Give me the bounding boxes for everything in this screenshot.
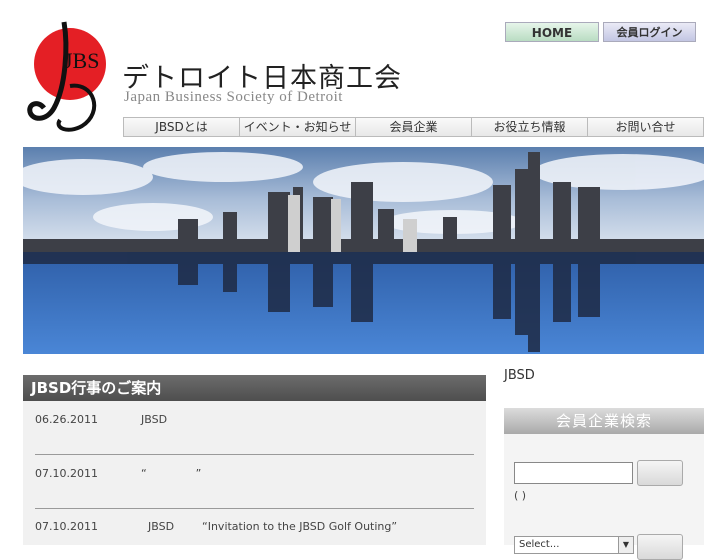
event-divider [35,454,474,455]
site-subtitle: Japan Business Society of Detroit [124,89,343,105]
nav-item-about[interactable]: JBSDとは [124,118,240,136]
category-select[interactable]: Select... ▼ [514,536,634,554]
member-search-title: 会員企業検索 [504,408,704,434]
event-title[interactable]: JBSD “Invitation to the JBSD Golf Outing… [141,520,397,533]
event-row[interactable]: 06.26.2011 JBSD [23,413,486,433]
event-divider [35,508,474,509]
sidebar-label: JBSD [504,368,535,383]
event-row[interactable]: 07.10.2011 JBSD “Invitation to the JBSD … [23,520,486,540]
event-date: 07.10.2011 [35,520,98,533]
events-title: JBSD行事のご案内 [23,375,486,401]
main-nav: JBSDとは イベント・お知らせ 会員企業 お役立ち情報 お問い合せ [123,117,704,137]
member-login-button[interactable]: 会員ログイン [603,22,696,42]
nav-item-resources[interactable]: お役立ち情報 [472,118,588,136]
chevron-down-icon: ▼ [618,537,633,553]
category-search-button[interactable] [637,534,683,560]
member-search-panel: 会員企業検索 ( ) Select... ▼ [504,408,704,560]
event-date: 06.26.2011 [35,413,98,426]
event-row[interactable]: 07.10.2011 “ ” [23,467,486,487]
jbsd-logo[interactable]: JBS [24,16,120,136]
events-panel: JBSD行事のご案内 06.26.2011 JBSD 07.10.2011 “ … [23,375,486,545]
event-title[interactable]: “ ” [141,467,201,480]
event-title[interactable]: JBSD [141,413,167,426]
home-button[interactable]: HOME [505,22,599,42]
nav-item-events[interactable]: イベント・お知らせ [240,118,356,136]
search-note: ( ) [514,489,527,502]
detroit-skyline-banner [23,147,704,354]
logo-text: JBS [64,48,99,73]
event-date: 07.10.2011 [35,467,98,480]
member-search-button[interactable] [637,460,683,486]
nav-item-members[interactable]: 会員企業 [356,118,472,136]
member-search-input[interactable] [514,462,633,484]
nav-item-contact[interactable]: お問い合せ [588,118,703,136]
